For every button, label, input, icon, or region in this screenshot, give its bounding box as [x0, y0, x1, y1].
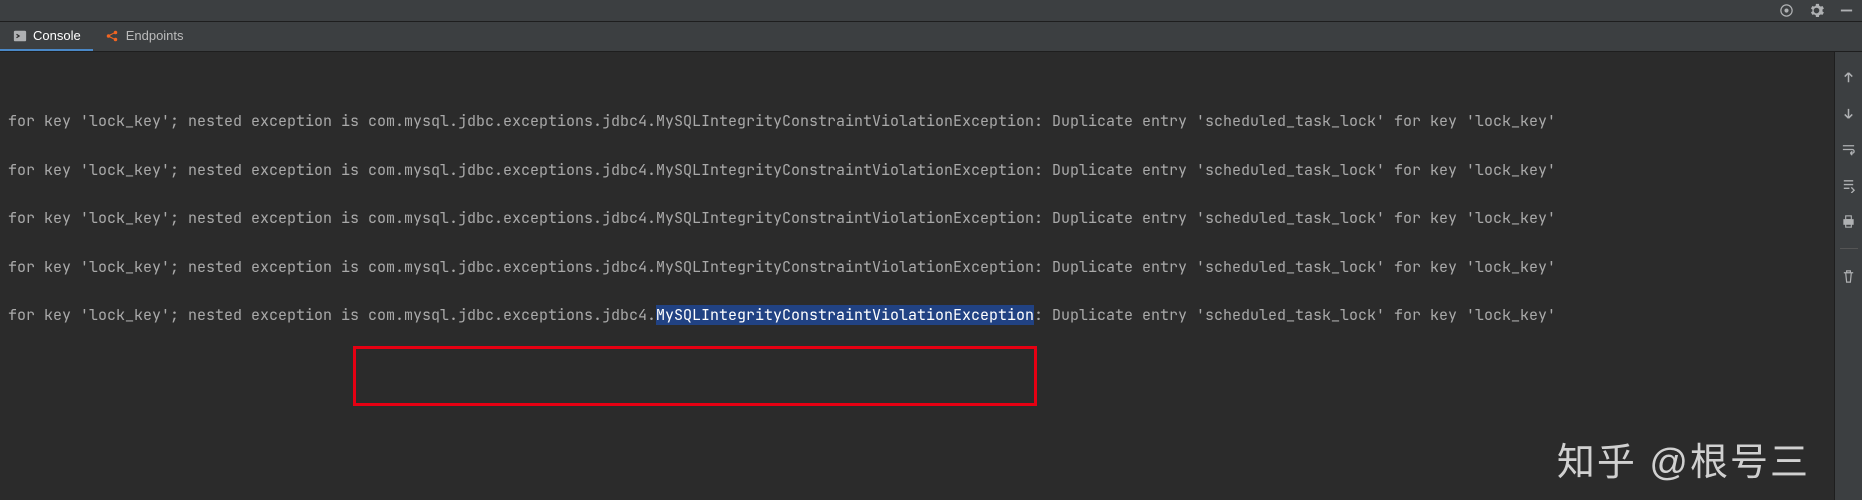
log-text: : Duplicate entry 'scheduled_task_lock' …	[1034, 257, 1556, 277]
log-text: : Duplicate entry 'scheduled_task_lock' …	[1034, 305, 1556, 325]
log-line: for key 'lock_key'; nested exception is …	[8, 258, 1826, 278]
log-line: for key 'lock_key'; nested exception is …	[8, 306, 1826, 326]
exception-name: MySQLIntegrityConstraintViolationExcepti…	[656, 208, 1034, 228]
exception-name: MySQLIntegrityConstraintViolationExcepti…	[656, 305, 1034, 325]
gear-icon[interactable]	[1808, 3, 1824, 19]
exception-name: MySQLIntegrityConstraintViolationExcepti…	[656, 257, 1034, 277]
log-text: for key 'lock_key'; nested exception is …	[8, 111, 656, 131]
log-line: for key 'lock_key'; nested exception is …	[8, 209, 1826, 229]
minimize-icon[interactable]	[1838, 3, 1854, 19]
watermark-text: 知乎 @根号三	[1557, 431, 1810, 486]
trash-icon[interactable]	[1840, 267, 1858, 285]
console-icon	[12, 28, 27, 43]
scroll-to-end-icon[interactable]	[1840, 176, 1858, 194]
log-text: for key 'lock_key'; nested exception is …	[8, 208, 656, 228]
console-output[interactable]: for key 'lock_key'; nested exception is …	[0, 52, 1834, 363]
exception-name: MySQLIntegrityConstraintViolationExcepti…	[656, 111, 1034, 131]
soft-wrap-icon[interactable]	[1840, 140, 1858, 158]
tab-console[interactable]: Console	[0, 22, 93, 51]
log-line: for key 'lock_key'; nested exception is …	[8, 161, 1826, 181]
console-panel: for key 'lock_key'; nested exception is …	[0, 52, 1834, 500]
print-icon[interactable]	[1840, 212, 1858, 230]
tab-endpoints[interactable]: Endpoints	[93, 22, 196, 51]
exception-name: MySQLIntegrityConstraintViolationExcepti…	[656, 160, 1034, 180]
log-line: for key 'lock_key'; nested exception is …	[8, 112, 1826, 132]
log-text: for key 'lock_key'; nested exception is …	[8, 305, 656, 325]
scroll-down-icon[interactable]	[1840, 104, 1858, 122]
console-side-toolbar	[1834, 52, 1862, 500]
endpoints-icon	[105, 28, 120, 43]
log-text: : Duplicate entry 'scheduled_task_lock' …	[1034, 208, 1556, 228]
log-text: : Duplicate entry 'scheduled_task_lock' …	[1034, 111, 1556, 131]
scroll-up-icon[interactable]	[1840, 68, 1858, 86]
toolbar-separator	[1840, 248, 1858, 249]
log-text: : Duplicate entry 'scheduled_task_lock' …	[1034, 160, 1556, 180]
tool-window-tabs: Console Endpoints	[0, 22, 1862, 52]
window-top-bar	[0, 0, 1862, 22]
log-text: for key 'lock_key'; nested exception is …	[8, 160, 656, 180]
tab-label: Console	[33, 28, 81, 43]
workspace: for key 'lock_key'; nested exception is …	[0, 52, 1862, 500]
tab-label: Endpoints	[126, 28, 184, 43]
log-text: for key 'lock_key'; nested exception is …	[8, 257, 656, 277]
target-icon[interactable]	[1778, 3, 1794, 19]
